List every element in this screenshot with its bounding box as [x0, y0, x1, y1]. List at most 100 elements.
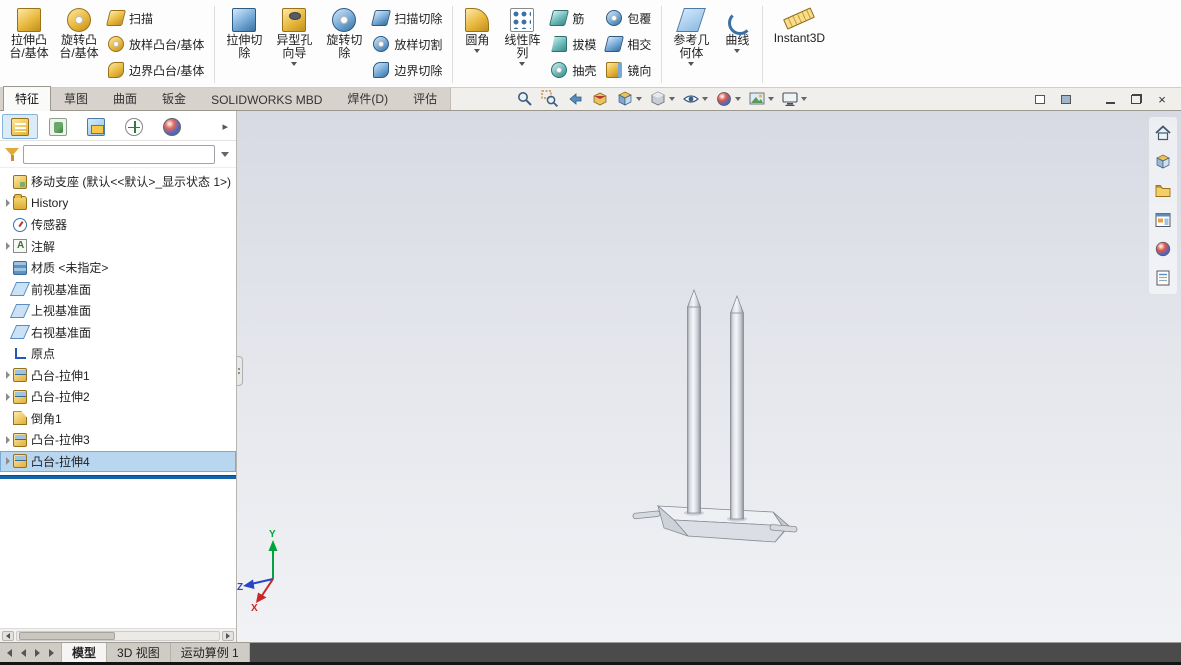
apply-scene-button[interactable] — [745, 89, 777, 109]
boundary-boss-button[interactable]: 边界凸台/基体 — [104, 57, 210, 83]
rollback-bar[interactable] — [0, 475, 236, 479]
swept-cut-button[interactable]: 扫描切除 — [369, 5, 448, 31]
expand-arrow-icon[interactable] — [2, 393, 13, 401]
tree-root-item[interactable]: 移动支座 (默认<<默认>_显示状态 1>) — [0, 171, 236, 193]
minimize-button[interactable] — [1099, 90, 1121, 108]
tab-evaluate[interactable]: 评估 — [401, 86, 449, 110]
hide-show-items-button[interactable] — [679, 89, 711, 109]
tab-sketch[interactable]: 草图 — [52, 86, 100, 110]
expand-arrow-icon[interactable] — [2, 199, 13, 207]
tab-weldments[interactable]: 焊件(D) — [335, 86, 400, 110]
tab-motion-study-1[interactable]: 运动算例 1 — [171, 643, 250, 662]
filter-dropdown-icon[interactable] — [221, 151, 229, 157]
tree-item-boss-extrude1[interactable]: 凸台-拉伸1 — [0, 365, 236, 387]
tab-sheet-metal[interactable]: 钣金 — [150, 86, 198, 110]
reference-geometry-button[interactable]: 参考几 何体 — [666, 2, 716, 87]
chevron-down-icon[interactable] — [636, 97, 643, 101]
configurationmanager-tab[interactable] — [78, 114, 114, 139]
expand-arrow-icon[interactable] — [2, 371, 13, 379]
close-button[interactable]: × — [1151, 90, 1173, 108]
expand-arrow-icon[interactable] — [2, 457, 13, 465]
graphics-viewport[interactable]: Y Z X — [237, 111, 1181, 642]
pane-right-button[interactable] — [1055, 90, 1077, 108]
scroll-last-button[interactable] — [45, 645, 58, 660]
design-library-button[interactable] — [1151, 150, 1175, 174]
scroll-right-button[interactable] — [222, 630, 234, 641]
tree-item-chamfer1[interactable]: 倒角1 — [0, 408, 236, 430]
expand-arrow-icon[interactable] — [2, 436, 13, 444]
section-view-button[interactable] — [588, 89, 612, 109]
tree-filter-input[interactable] — [23, 144, 215, 164]
tree-item-boss-extrude2[interactable]: 凸台-拉伸2 — [0, 386, 236, 408]
tree-item-annotations[interactable]: 注解 — [0, 236, 236, 258]
fillet-button[interactable]: 圆角 — [457, 2, 497, 87]
intersect-button[interactable]: 相交 — [602, 31, 657, 57]
chevron-down-icon[interactable] — [734, 49, 741, 53]
tab-features[interactable]: 特征 — [3, 86, 52, 111]
chevron-down-icon[interactable] — [669, 97, 676, 101]
tree-item-front-plane[interactable]: 前视基准面 — [0, 279, 236, 301]
extruded-boss-button[interactable]: 拉伸凸 台/基体 — [4, 2, 54, 87]
extruded-cut-button[interactable]: 拉伸切除 — [219, 2, 269, 87]
chevron-down-icon[interactable] — [519, 62, 526, 66]
featuremanager-tab[interactable] — [2, 114, 38, 139]
scrollbar-thumb[interactable] — [19, 631, 115, 640]
chevron-down-icon[interactable] — [291, 62, 298, 66]
restore-button[interactable] — [1125, 90, 1147, 108]
lofted-cut-button[interactable]: 放样切割 — [369, 31, 448, 57]
view-orientation-button[interactable] — [613, 89, 645, 109]
display-style-button[interactable] — [646, 89, 678, 109]
chevron-down-icon[interactable] — [688, 62, 695, 66]
chevron-down-icon[interactable] — [768, 97, 775, 101]
propertymanager-tab[interactable] — [40, 114, 76, 139]
home-button[interactable] — [1151, 121, 1175, 145]
tree-item-right-plane[interactable]: 右视基准面 — [0, 322, 236, 344]
pane-left-button[interactable] — [1029, 90, 1051, 108]
swept-boss-button[interactable]: 扫描 — [104, 5, 210, 31]
shell-button[interactable]: 抽壳 — [547, 57, 602, 83]
curves-button[interactable]: 曲线 — [716, 2, 758, 87]
revolved-boss-button[interactable]: 旋转凸 台/基体 — [54, 2, 104, 87]
file-explorer-button[interactable] — [1151, 179, 1175, 203]
mirror-button[interactable]: 镜向 — [602, 57, 657, 83]
view-settings-button[interactable] — [778, 89, 810, 109]
rib-button[interactable]: 筋 — [547, 5, 602, 31]
scroll-first-button[interactable] — [3, 645, 16, 660]
tab-surfaces[interactable]: 曲面 — [101, 86, 149, 110]
dimxpertmanager-tab[interactable] — [116, 114, 152, 139]
custom-properties-button[interactable] — [1151, 266, 1175, 290]
tab-model[interactable]: 模型 — [62, 643, 108, 662]
lofted-boss-button[interactable]: 放样凸台/基体 — [104, 31, 210, 57]
zoom-to-area-button[interactable] — [538, 89, 562, 109]
linear-pattern-button[interactable]: 线性阵列 — [497, 2, 547, 87]
previous-view-button[interactable] — [563, 89, 587, 109]
tree-item-history[interactable]: History — [0, 193, 236, 215]
tree-item-top-plane[interactable]: 上视基准面 — [0, 300, 236, 322]
model-canvas[interactable]: Y Z X — [237, 111, 1181, 642]
hole-wizard-button[interactable]: 异型孔 向导 — [269, 2, 319, 87]
chevron-down-icon[interactable] — [474, 49, 481, 53]
appearances-button[interactable] — [1151, 237, 1175, 261]
scroll-prev-button[interactable] — [17, 645, 30, 660]
tree-item-sensors[interactable]: 传感器 — [0, 214, 236, 236]
panel-splitter-handle[interactable] — [237, 356, 243, 386]
edit-appearance-button[interactable] — [712, 89, 744, 109]
tab-3d-views[interactable]: 3D 视图 — [107, 643, 171, 662]
chevron-down-icon[interactable] — [735, 97, 742, 101]
scrollbar-track[interactable] — [16, 630, 220, 641]
tree-item-boss-extrude3[interactable]: 凸台-拉伸3 — [0, 429, 236, 451]
instant3d-button[interactable]: Instant3D — [767, 2, 831, 87]
boundary-cut-button[interactable]: 边界切除 — [369, 57, 448, 83]
revolved-cut-button[interactable]: 旋转切除 — [319, 2, 369, 87]
tree-item-boss-extrude4[interactable]: 凸台-拉伸4 — [0, 450, 236, 472]
chevron-down-icon[interactable] — [801, 97, 808, 101]
scroll-left-button[interactable] — [2, 630, 14, 641]
wrap-button[interactable]: 包覆 — [602, 5, 657, 31]
chevron-down-icon[interactable] — [702, 97, 709, 101]
displaymanager-tab[interactable] — [154, 114, 190, 139]
view-palette-button[interactable] — [1151, 208, 1175, 232]
scroll-next-button[interactable] — [31, 645, 44, 660]
tab-solidworks-mbd[interactable]: SOLIDWORKS MBD — [199, 89, 334, 110]
tree-item-material[interactable]: 材质 <未指定> — [0, 257, 236, 279]
zoom-to-fit-button[interactable] — [513, 89, 537, 109]
